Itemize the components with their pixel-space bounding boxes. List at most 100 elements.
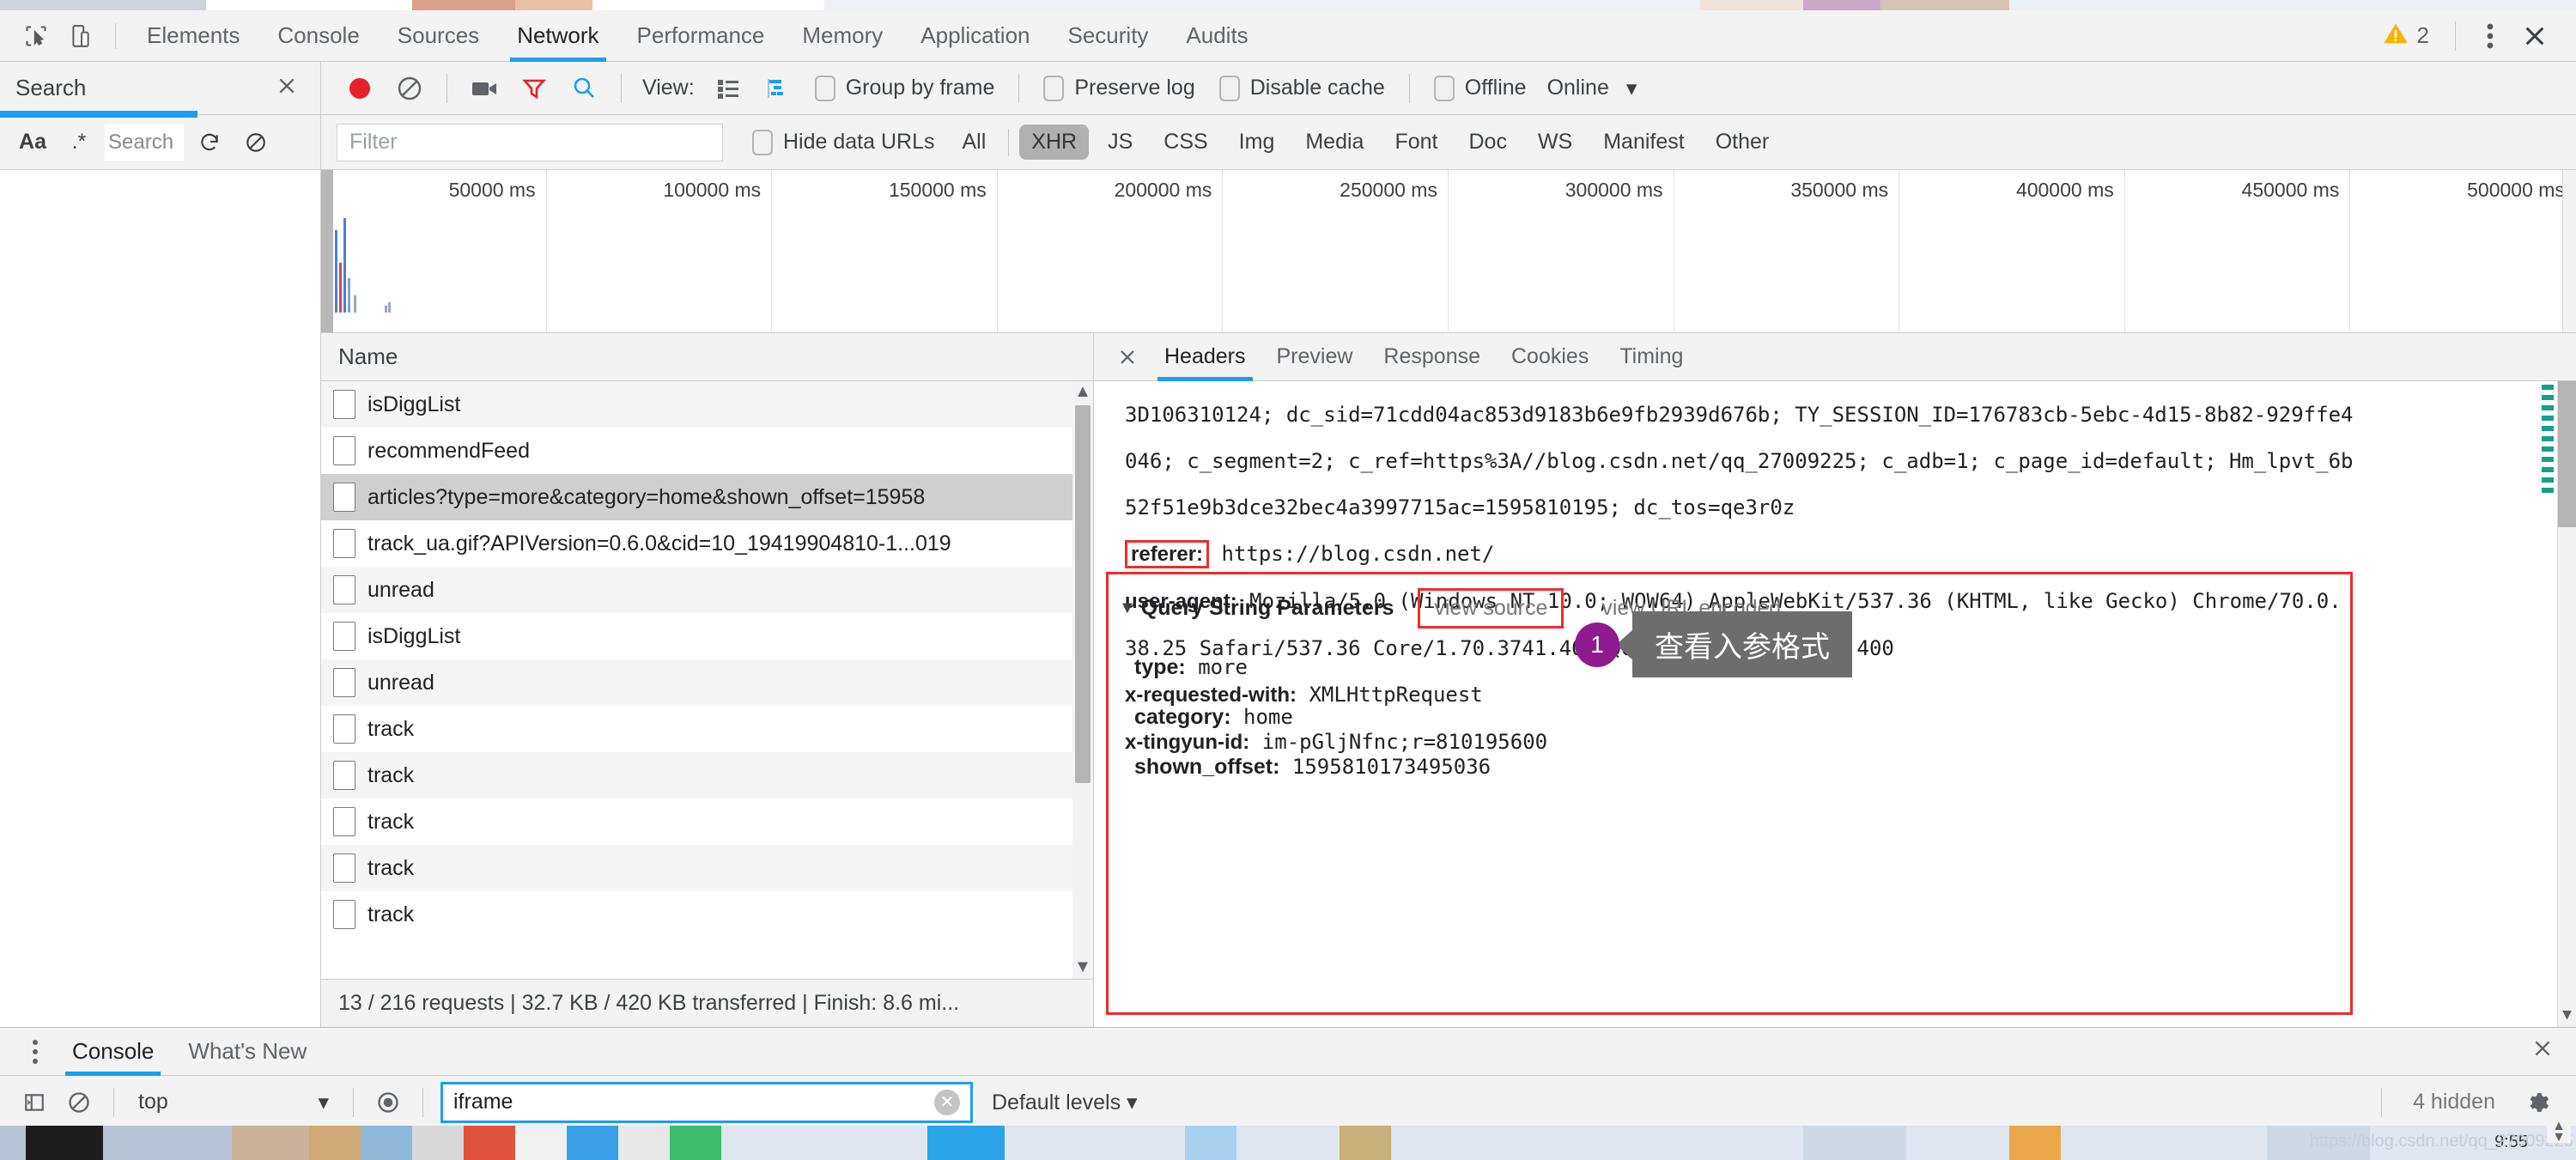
console-levels-select[interactable]: Default levels ▾ <box>992 1090 1138 1115</box>
scroll-up-arrow-icon[interactable]: ▲ <box>1074 381 1091 402</box>
table-row[interactable]: track <box>321 845 1093 891</box>
warning-badge[interactable]: 2 <box>2383 21 2429 50</box>
drawer-tab-console[interactable]: Console <box>55 1028 171 1076</box>
tab-security[interactable]: Security <box>1049 10 1168 62</box>
table-row[interactable]: track <box>321 706 1093 752</box>
table-row[interactable]: isDiggList <box>321 381 1093 428</box>
clear-console-icon[interactable] <box>57 1082 101 1123</box>
row-checkbox[interactable] <box>333 390 355 419</box>
scrollbar-thumb[interactable] <box>1075 405 1091 783</box>
regex-icon[interactable]: .* <box>58 123 100 162</box>
inspect-element-icon[interactable] <box>14 17 58 55</box>
request-list[interactable]: isDiggList recommendFeed articles?type=m… <box>321 381 1093 979</box>
scroll-stepper-icon[interactable]: ▲ ▼ <box>2547 1120 2571 1145</box>
filter-type-img[interactable]: Img <box>1227 125 1287 160</box>
tab-response[interactable]: Response <box>1368 333 1496 381</box>
refresh-icon[interactable] <box>189 123 230 162</box>
tab-cookies[interactable]: Cookies <box>1496 333 1604 381</box>
record-circle-icon[interactable] <box>335 67 385 110</box>
row-checkbox[interactable] <box>333 853 355 883</box>
clear-no-entry-icon[interactable] <box>385 67 434 110</box>
tab-application[interactable]: Application <box>902 10 1048 62</box>
tab-console[interactable]: Console <box>258 10 378 62</box>
filter-type-xhr[interactable]: XHR <box>1019 125 1090 160</box>
close-icon[interactable] <box>1106 337 1149 377</box>
overview-window-handle[interactable] <box>321 170 333 332</box>
request-list-scrollbar[interactable]: ▲ ▼ <box>1072 381 1093 979</box>
clear-input-icon[interactable]: ✕ <box>934 1089 960 1115</box>
tab-performance[interactable]: Performance <box>618 10 784 62</box>
filter-type-font[interactable]: Font <box>1382 125 1449 160</box>
search-input[interactable]: Search <box>105 124 184 161</box>
match-case-icon[interactable]: Aa <box>12 123 53 162</box>
table-row[interactable]: track <box>321 752 1093 799</box>
clear-icon[interactable] <box>235 123 276 162</box>
filter-input[interactable]: Filter <box>337 123 723 161</box>
table-row[interactable]: articles?type=more&category=home&shown_o… <box>321 474 1093 520</box>
close-icon[interactable] <box>276 75 298 102</box>
network-overview-timeline[interactable]: 50000 ms 100000 ms 150000 ms 200000 ms 2… <box>321 170 2576 333</box>
tab-elements[interactable]: Elements <box>128 10 258 62</box>
hide-data-urls-checkbox[interactable]: Hide data URLs <box>752 129 934 155</box>
filter-type-all[interactable]: All <box>950 125 998 160</box>
drawer-tab-whats-new[interactable]: What's New <box>171 1028 324 1076</box>
gear-icon[interactable] <box>2514 1082 2559 1123</box>
device-toolbar-icon[interactable] <box>58 17 103 55</box>
row-checkbox[interactable] <box>333 575 355 604</box>
close-icon[interactable] <box>2531 1037 2554 1066</box>
group-by-frame-checkbox[interactable]: Group by frame <box>814 75 994 101</box>
row-checkbox[interactable] <box>333 761 355 790</box>
overview-scrollbar[interactable] <box>2562 170 2576 332</box>
show-console-sidebar-icon[interactable] <box>12 1082 57 1123</box>
row-checkbox[interactable] <box>333 900 355 929</box>
filter-type-manifest[interactable]: Manifest <box>1591 125 1696 160</box>
waterfall-view-icon[interactable] <box>753 67 803 110</box>
tab-audits[interactable]: Audits <box>1167 10 1267 62</box>
live-expression-icon[interactable] <box>366 1082 410 1123</box>
offline-checkbox[interactable]: Offline <box>1433 75 1527 101</box>
disable-cache-checkbox[interactable]: Disable cache <box>1218 75 1385 101</box>
funnel-icon[interactable] <box>509 67 559 110</box>
close-icon[interactable] <box>2512 17 2557 55</box>
throttling-value[interactable]: Online <box>1547 76 1609 100</box>
table-row[interactable]: recommendFeed <box>321 428 1093 474</box>
camera-icon[interactable] <box>459 67 509 110</box>
filter-type-doc[interactable]: Doc <box>1456 125 1518 160</box>
row-checkbox[interactable] <box>333 807 355 836</box>
view-source-button[interactable]: view source <box>1418 588 1564 629</box>
filter-type-media[interactable]: Media <box>1293 125 1376 160</box>
scroll-down-arrow-icon[interactable]: ▼ <box>2558 1005 2576 1023</box>
tab-network[interactable]: Network <box>498 10 617 62</box>
magnifier-icon[interactable] <box>559 67 609 110</box>
console-context-select[interactable]: top ▾ <box>126 1090 341 1115</box>
tab-preview[interactable]: Preview <box>1261 333 1369 381</box>
row-checkbox[interactable] <box>333 668 355 697</box>
list-view-icon[interactable] <box>703 67 753 110</box>
scrollbar-thumb[interactable] <box>2558 381 2576 527</box>
request-list-column-header[interactable]: Name <box>321 333 1093 381</box>
scroll-down-arrow-icon[interactable]: ▼ <box>1074 957 1091 977</box>
filter-type-other[interactable]: Other <box>1704 125 1782 160</box>
tab-headers[interactable]: Headers <box>1149 333 1261 381</box>
row-checkbox[interactable] <box>333 483 355 512</box>
filter-type-css[interactable]: CSS <box>1151 125 1219 160</box>
more-vertical-icon[interactable] <box>2468 17 2512 55</box>
row-checkbox[interactable] <box>333 622 355 651</box>
filter-type-js[interactable]: JS <box>1096 125 1145 160</box>
more-vertical-icon[interactable] <box>15 1039 55 1064</box>
filter-type-ws[interactable]: WS <box>1526 125 1584 160</box>
table-row[interactable]: track_ua.gif?APIVersion=0.6.0&cid=10_194… <box>321 520 1093 567</box>
console-filter-input[interactable]: iframe ✕ <box>440 1081 973 1123</box>
table-row[interactable]: track <box>321 799 1093 845</box>
chevron-down-icon[interactable]: ▾ <box>1626 76 1637 101</box>
table-row[interactable]: unread <box>321 567 1093 613</box>
row-checkbox[interactable] <box>333 714 355 744</box>
table-row[interactable]: track <box>321 891 1093 938</box>
row-checkbox[interactable] <box>333 436 355 465</box>
row-checkbox[interactable] <box>333 529 355 558</box>
table-row[interactable]: isDiggList <box>321 613 1093 659</box>
triangle-down-icon[interactable]: ▼ <box>1119 598 1136 618</box>
table-row[interactable]: unread <box>321 659 1093 706</box>
preserve-log-checkbox[interactable]: Preserve log <box>1043 75 1195 101</box>
tab-sources[interactable]: Sources <box>379 10 498 62</box>
